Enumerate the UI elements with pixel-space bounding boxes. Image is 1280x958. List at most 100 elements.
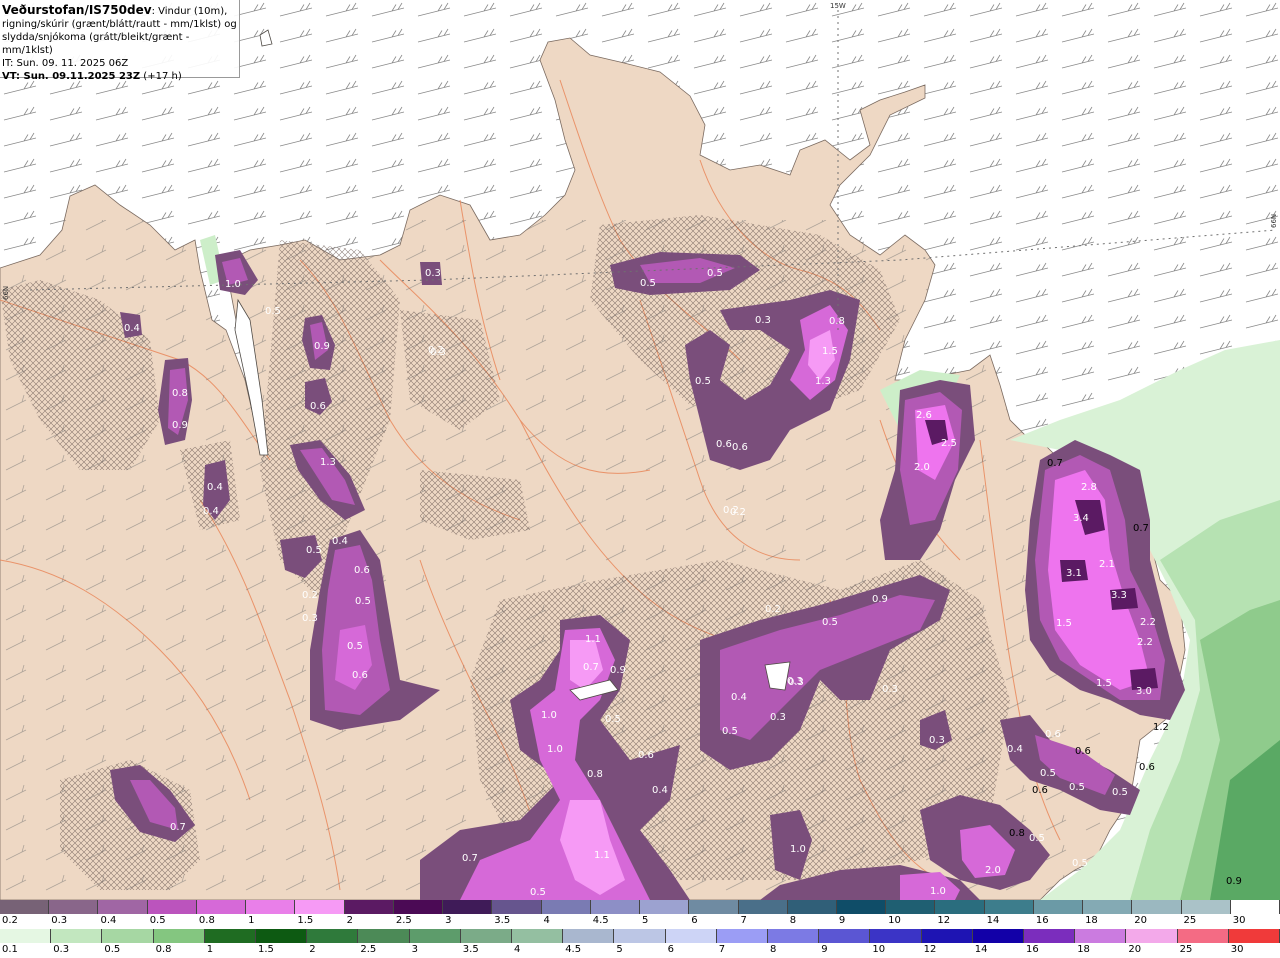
- legend-swatch: [49, 900, 99, 914]
- value-label: 1.3: [815, 376, 831, 387]
- value-label: 1.2: [1153, 722, 1169, 733]
- value-label: 0.6: [1032, 785, 1048, 796]
- value-label: 0.6: [716, 439, 732, 450]
- valid-time: VT: Sun. 09.11.2025 23Z: [2, 71, 141, 82]
- legend-swatch: [409, 929, 461, 943]
- legend-label: 2.5: [395, 915, 412, 926]
- legend-swatch: [1083, 900, 1133, 914]
- value-label: 0.6: [354, 565, 370, 576]
- value-label: 1.1: [594, 850, 610, 861]
- legend-swatch: [307, 929, 359, 943]
- legend-label: 0.5: [149, 915, 166, 926]
- legend-label: 5: [616, 944, 623, 955]
- legend-swatch: [590, 900, 641, 914]
- legend-label: 4: [543, 915, 550, 926]
- legend-label: 0.8: [198, 915, 215, 926]
- legend-label: 30: [1230, 944, 1244, 955]
- legend-swatch: [0, 929, 52, 943]
- model-name: Veðurstofan/IS750dev: [2, 3, 152, 17]
- legend-swatch: [443, 900, 493, 914]
- value-label: 0.5: [1112, 787, 1128, 798]
- value-label: 0.8: [587, 769, 603, 780]
- value-label: 0.6: [638, 750, 654, 761]
- value-label: 2.0: [985, 865, 1001, 876]
- legend-label: 9: [838, 915, 846, 926]
- value-label: 0.5: [1029, 833, 1045, 844]
- legend-swatch: [1075, 929, 1127, 943]
- value-label: 0.5: [355, 596, 371, 607]
- valid-time-line: VT: Sun. 09.11.2025 23Z (+17 h): [2, 70, 237, 83]
- value-label: 0.9: [1226, 876, 1242, 887]
- legend-swatch: [196, 900, 247, 914]
- graticule-label-left: 66N: [2, 286, 10, 300]
- legend-label: 0.8: [155, 944, 172, 955]
- value-label: 1.0: [225, 279, 241, 290]
- legend-swatch: [460, 929, 513, 943]
- legend-label: 25: [1183, 915, 1197, 926]
- value-label: 3.0: [1136, 686, 1152, 697]
- value-label: 2.2: [1137, 637, 1153, 648]
- value-label: 0.6: [1139, 762, 1155, 773]
- legend-label: 6: [691, 915, 698, 926]
- legend-swatch: [563, 929, 615, 943]
- value-label: 0.5: [530, 887, 546, 898]
- legend-label: 6: [667, 944, 674, 955]
- legend-swatch: [921, 929, 973, 943]
- value-label: 0.6: [732, 442, 748, 453]
- forecast-info-box: Veðurstofan/IS750dev: Vindur (10m), rign…: [0, 0, 240, 82]
- value-label: 1.5: [822, 346, 838, 357]
- value-label: 0.8: [1009, 828, 1025, 839]
- value-label: 0.9: [610, 665, 626, 676]
- legend-swatch: [295, 900, 345, 914]
- legend-label: 3: [445, 915, 452, 926]
- legend-label: 10: [872, 944, 886, 955]
- legend-label: 10: [888, 915, 901, 926]
- legend-swatch: [1177, 929, 1229, 943]
- value-label: 0.4: [207, 482, 223, 493]
- legend-rain-swatches: [0, 929, 1280, 943]
- legend-label: 1.5: [297, 915, 314, 926]
- legend-label: 1: [206, 944, 214, 955]
- value-label: 0.9: [314, 341, 330, 352]
- legend-swatch: [51, 929, 103, 943]
- legend-label: 7: [718, 944, 726, 955]
- value-label: 0.2: [302, 590, 318, 601]
- legend-snow: 0.2 0.3 0.4 0.5 0.8 1 1.5 2 2.5 3 3.5 4 4.5 5 6 7 8 9 10 12…: [0, 900, 1280, 929]
- legend-swatch: [836, 900, 887, 914]
- legend-swatch: [0, 900, 50, 914]
- legend-label: 16: [1035, 915, 1049, 926]
- legend-label: 30: [1232, 915, 1246, 926]
- legend-label: 0.5: [104, 944, 121, 955]
- value-label: 0.4: [332, 536, 348, 547]
- legend-swatch: [344, 900, 394, 914]
- value-label: 0.7: [170, 822, 186, 833]
- legend-label: 3.5: [494, 915, 511, 926]
- value-label: 0.3: [929, 735, 945, 746]
- legend-swatch: [768, 929, 820, 943]
- legend-swatch: [935, 900, 985, 914]
- value-label: 2.6: [916, 410, 932, 421]
- legend-swatch: [972, 929, 1025, 943]
- legend-swatch: [870, 929, 922, 943]
- value-label: 0.4: [203, 506, 219, 517]
- legend-rain: 0.1 0.3 0.5 0.8 1 1.5 2 2.5 3 3.5 4 4.5 5 6 7 8 9 10 12 14 1…: [0, 929, 1280, 958]
- value-label: 0.5: [347, 641, 363, 652]
- value-label: 0.3: [425, 268, 441, 279]
- value-label: 0.2: [730, 507, 746, 518]
- value-label: 0.3: [302, 613, 318, 624]
- value-label: 0.5: [822, 617, 838, 628]
- legend-label: 0.2: [2, 915, 18, 926]
- legend-label: 0.3: [53, 944, 70, 955]
- legend-swatch: [1181, 900, 1231, 914]
- desc-line-3: slydda/snjókoma (grátt/bleikt/grænt - mm…: [2, 32, 190, 56]
- legend-swatch: [256, 929, 308, 943]
- value-label: 0.3: [430, 347, 446, 358]
- weather-map: 15W 66N 66N 1.0 0.4 0.9 0.3 0.2 0.8 0.9 …: [0, 0, 1280, 900]
- legend-label: 18: [1077, 944, 1090, 955]
- legend-label: 16: [1026, 944, 1039, 955]
- value-label: 1.0: [930, 886, 946, 897]
- value-label: 0.5: [1069, 782, 1085, 793]
- legend-label: 0.1: [2, 944, 18, 955]
- value-label: 1.0: [790, 844, 806, 855]
- legend-label: 20: [1134, 915, 1148, 926]
